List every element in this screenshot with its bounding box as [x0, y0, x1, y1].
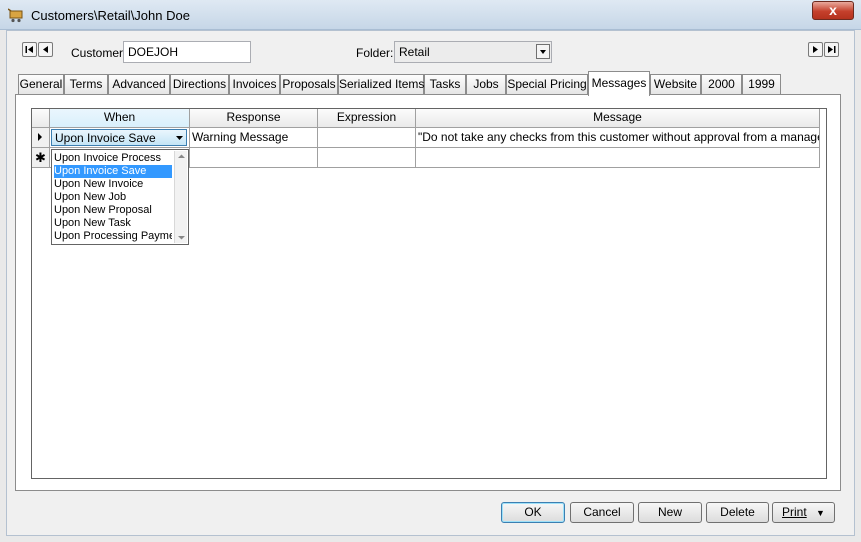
tab-1999[interactable]: 1999	[742, 74, 781, 95]
messages-grid: When Response Expression Message Upon In…	[31, 108, 827, 479]
dropdown-option[interactable]: Upon Invoice Process	[54, 152, 172, 165]
cart-icon	[8, 8, 23, 23]
new-row-response-cell[interactable]	[190, 148, 318, 168]
expression-cell[interactable]	[318, 128, 416, 148]
tab-special-pricing[interactable]: Special Pricing	[506, 74, 588, 95]
messages-panel: When Response Expression Message Upon In…	[15, 94, 841, 491]
customer-field[interactable]: DOEJOH	[123, 41, 251, 63]
tab-tasks[interactable]: Tasks	[424, 74, 466, 95]
folder-select[interactable]: Retail	[394, 41, 552, 63]
customer-label: Customer:	[71, 46, 127, 60]
new-row-marker[interactable]: ✱	[32, 148, 50, 168]
window-title: Customers\Retail\John Doe	[31, 8, 190, 23]
dropdown-option[interactable]: Upon Processing Payme	[54, 230, 172, 243]
tab-messages[interactable]: Messages	[588, 71, 650, 96]
scroll-up-icon[interactable]	[177, 153, 186, 160]
tab-2000[interactable]: 2000	[701, 74, 742, 95]
when-combo-value: Upon Invoice Save	[55, 131, 156, 145]
chevron-down-icon	[540, 50, 546, 54]
ok-button[interactable]: OK	[501, 502, 565, 523]
column-header-response[interactable]: Response	[190, 109, 318, 128]
delete-button[interactable]: Delete	[706, 502, 769, 523]
tab-terms[interactable]: Terms	[64, 74, 108, 95]
folder-value: Retail	[399, 45, 430, 59]
column-header-when[interactable]: When	[50, 109, 190, 128]
previous-record-button[interactable]	[38, 42, 53, 57]
grid-corner	[32, 109, 50, 128]
row-selector[interactable]	[32, 128, 50, 148]
folder-dropdown-button[interactable]	[536, 44, 550, 59]
folder-label: Folder:	[356, 46, 394, 60]
tab-general[interactable]: General	[18, 74, 64, 95]
when-combo[interactable]: Upon Invoice Save	[51, 129, 187, 146]
when-cell-editor[interactable]: Upon Invoice Save	[50, 128, 190, 148]
cancel-button[interactable]: Cancel	[570, 502, 634, 523]
title-bar: Customers\Retail\John Doe x	[0, 0, 861, 30]
tab-serialized-items[interactable]: Serialized Items	[338, 74, 424, 95]
dropdown-option-selected[interactable]: Upon Invoice Save	[54, 165, 172, 178]
tab-proposals[interactable]: Proposals	[280, 74, 338, 95]
dialog-body: Customer: DOEJOH Folder: Retail General …	[6, 30, 855, 536]
tab-website[interactable]: Website	[650, 74, 701, 95]
scroll-down-icon[interactable]	[177, 234, 186, 241]
last-record-button[interactable]	[824, 42, 839, 57]
message-cell[interactable]: "Do not take any checks from this custom…	[416, 128, 820, 148]
previous-record-icon	[43, 46, 48, 53]
tab-jobs[interactable]: Jobs	[466, 74, 506, 95]
next-record-icon	[813, 46, 818, 53]
print-menu-arrow-icon: ▼	[816, 508, 825, 518]
column-header-message[interactable]: Message	[416, 109, 820, 128]
close-button[interactable]: x	[812, 1, 854, 20]
tab-invoices[interactable]: Invoices	[229, 74, 280, 95]
tab-advanced[interactable]: Advanced	[108, 74, 170, 95]
column-header-expression[interactable]: Expression	[318, 109, 416, 128]
current-row-icon	[38, 133, 42, 141]
last-record-icon	[828, 46, 836, 53]
new-button[interactable]: New	[638, 502, 702, 523]
first-record-button[interactable]	[22, 42, 37, 57]
tab-directions[interactable]: Directions	[170, 74, 229, 95]
new-row-expression-cell[interactable]	[318, 148, 416, 168]
print-button[interactable]: Print ▼	[772, 502, 835, 523]
print-button-label: Print	[782, 505, 807, 519]
response-cell[interactable]: Warning Message	[190, 128, 318, 148]
next-record-button[interactable]	[808, 42, 823, 57]
dropdown-option[interactable]: Upon New Job	[54, 191, 172, 204]
dropdown-option[interactable]: Upon New Invoice	[54, 178, 172, 191]
new-row-message-cell[interactable]	[416, 148, 820, 168]
dropdown-option[interactable]: Upon New Task	[54, 217, 172, 230]
when-dropdown-list[interactable]: Upon Invoice Process Upon Invoice Save U…	[51, 149, 189, 245]
dropdown-option[interactable]: Upon New Proposal	[54, 204, 172, 217]
first-record-icon	[25, 46, 33, 53]
chevron-down-icon[interactable]	[175, 134, 184, 142]
dropdown-scrollbar[interactable]	[174, 151, 187, 243]
